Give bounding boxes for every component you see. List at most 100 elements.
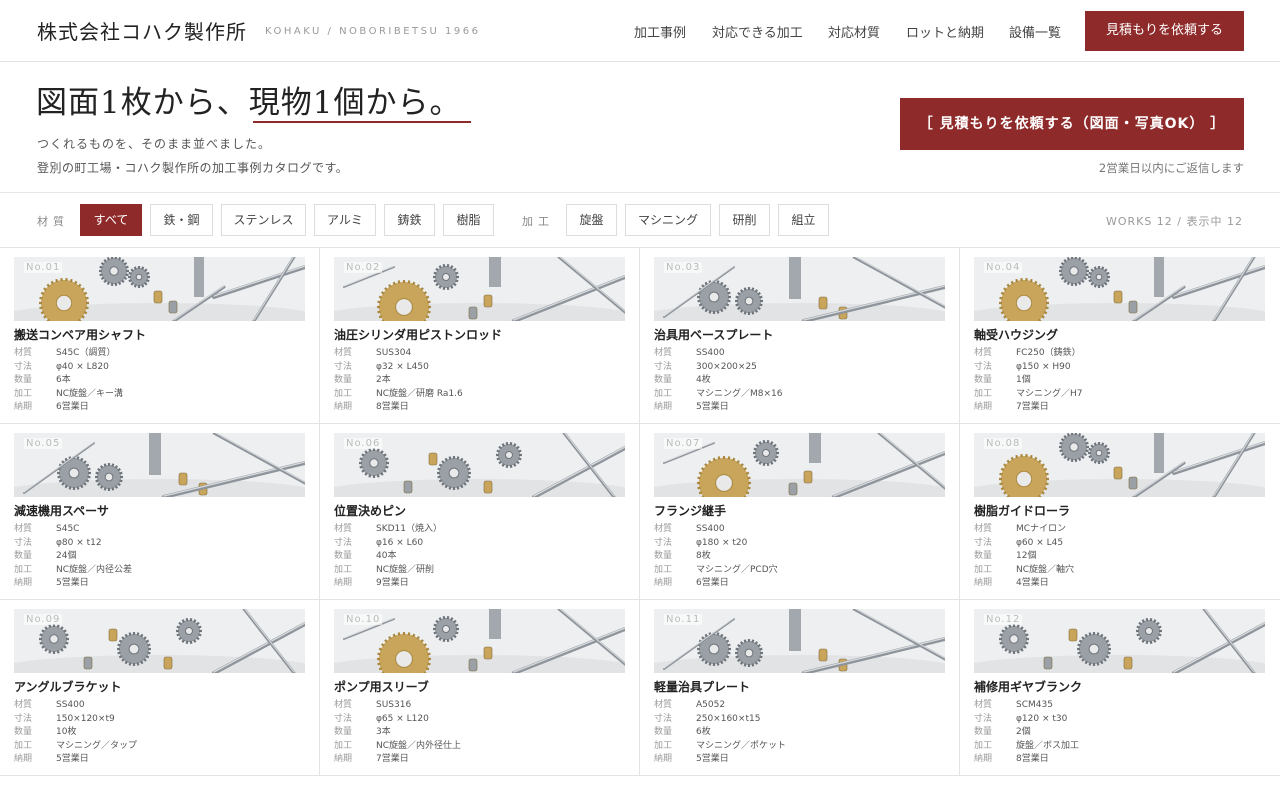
work-photo[interactable]: No.06 — [334, 433, 625, 497]
work-specs: 材質 MCナイロン 寸法 φ60 × L45 数量 12個 加工 NC旋盤／軸穴 納期 4営業日 — [974, 523, 1074, 591]
work-card[interactable]: No.05 減速機用スペーサ 材質 S45C 寸法 φ80 × t12 数量 24個 加工 NC旋… — [0, 424, 320, 600]
work-card[interactable]: No.01 搬送コンベア用シャフト 材質 S45C（調質） 寸法 φ40 × L820 数量… — [0, 248, 320, 424]
work-card[interactable]: No.11 軽量治具プレート材質 A5052 寸法 250×160×t15 数量 6枚 加工 マ… — [640, 600, 960, 776]
spec-key: 加工 — [654, 564, 673, 575]
work-title[interactable]: 減速機用スペーサ — [14, 502, 109, 519]
spec-key: 寸法 — [974, 361, 993, 372]
filter-material-steel[interactable]: 鉄・鋼 — [150, 204, 213, 236]
filter-material-aluminum[interactable]: アルミ — [314, 204, 376, 236]
filter-process-lathe[interactable]: 旋盤 — [566, 204, 617, 236]
spec-key: 数量 — [654, 727, 673, 737]
hero-quote-button[interactable]: ［ 見積もりを依頼する（図面・写真OK） ］ — [900, 98, 1244, 150]
spec-key: 納期 — [334, 402, 353, 412]
work-photo[interactable]: No.12 — [974, 609, 1265, 673]
spec-value: A5052 — [696, 700, 726, 710]
site-logo-subtitle: KOHAKU / NOBORIBETSU 1966 — [265, 26, 481, 37]
work-photo[interactable]: No.05 — [14, 433, 305, 497]
work-title[interactable]: ポンプ用スリーブ — [334, 678, 429, 695]
spec-row-lead: 納期 7営業日 — [974, 401, 1083, 415]
site-logo[interactable]: 株式会社コハク製作所 — [37, 16, 247, 45]
work-photo[interactable]: No.02 — [334, 257, 625, 321]
spec-value: NC旋盤／内外径仕上 — [376, 740, 462, 751]
spec-value: NC旋盤／研磨 Ra1.6 — [376, 388, 463, 399]
spec-row-material: 材質 S45C — [14, 523, 132, 537]
process-filter-label: 加工 — [522, 215, 554, 228]
work-card[interactable]: No.03 治具用ベースプレート 材質 SS400 寸法 300×200×25 数量 4枚 加工… — [640, 248, 960, 424]
spec-key: 数量 — [974, 727, 993, 737]
work-photo[interactable]: No.09 — [14, 609, 305, 673]
spec-row-qty: 数量 3本 — [334, 726, 461, 740]
work-title[interactable]: アングルブラケット — [14, 678, 122, 695]
spec-key: 納期 — [14, 578, 33, 588]
spec-row-size: 寸法 φ150 × H90 — [974, 361, 1083, 375]
filter-material-stainless[interactable]: ステンレス — [221, 204, 306, 236]
spec-key: 納期 — [974, 402, 993, 412]
work-card[interactable]: No.04 軸受ハウジング 材質 FC250（鋳鉄） 寸法 φ150 × H90 数量 1個加… — [960, 248, 1280, 424]
hero-title-part-2: 現物1個から。 — [248, 85, 462, 121]
work-number: No.03 — [664, 262, 703, 273]
filter-process-assembly[interactable]: 組立 — [778, 204, 829, 236]
work-title[interactable]: 治具用ベースプレート — [654, 326, 773, 343]
header-quote-button[interactable]: 見積もりを依頼する — [1085, 11, 1244, 51]
spec-key: 納期 — [14, 402, 33, 412]
works-count: WORKS 12 / 表示中 12 — [1105, 215, 1243, 228]
work-title[interactable]: 軽量治具プレート — [654, 678, 750, 695]
work-specs: 材質 A5052 寸法 250×160×t15 数量 6枚 加工 マシニング／ポケット 納期 5営… — [654, 699, 786, 767]
spec-value: 5営業日 — [56, 754, 89, 764]
reply-note: 2営業日以内にご返信します — [1098, 161, 1244, 175]
nav-link-equipment[interactable]: 設備一覧 — [1009, 22, 1061, 41]
work-photo[interactable]: No.04 — [974, 257, 1265, 321]
spec-row-size: 寸法 300×200×25 — [654, 361, 783, 375]
spec-row-qty: 数量 6枚 — [654, 726, 786, 740]
spec-value: 8営業日 — [376, 402, 409, 412]
spec-value: 4枚 — [696, 375, 711, 385]
work-photo[interactable]: No.10 — [334, 609, 625, 673]
nav-link-processes[interactable]: 対応できる加工 — [712, 22, 803, 41]
work-number: No.06 — [344, 438, 383, 449]
spec-key: 数量 — [654, 375, 673, 385]
spec-key: 寸法 — [974, 537, 993, 548]
spec-row-lead: 納期 5営業日 — [654, 401, 783, 415]
work-photo[interactable]: No.07 — [654, 433, 945, 497]
work-title[interactable]: 位置決めピン — [334, 502, 406, 519]
nav-link-cases[interactable]: 加工事例 — [634, 22, 686, 41]
filter-process-grinding[interactable]: 研削 — [719, 204, 770, 236]
work-title[interactable]: フランジ継手 — [654, 502, 726, 519]
filter-material-resin[interactable]: 樹脂 — [443, 204, 494, 236]
work-card[interactable]: No.02 油圧シリンダ用ピストンロッド 材質 SUS304 寸法 φ32 × L450 数… — [320, 248, 640, 424]
spec-value: NC旋盤／軸穴 — [1016, 564, 1075, 575]
work-title[interactable]: 油圧シリンダ用ピストンロッド — [334, 326, 502, 343]
work-title[interactable]: 軸受ハウジング — [974, 326, 1058, 343]
spec-row-size: 寸法 φ65 × L120 — [334, 713, 461, 727]
work-title[interactable]: 補修用ギヤブランク — [974, 678, 1082, 695]
work-photo[interactable]: No.03 — [654, 257, 945, 321]
work-specs: 材質 SS400 寸法 φ180 × t20 数量 8枚 加工 マシニング／PCD穴 納期 6営業… — [654, 523, 778, 591]
work-number: No.07 — [664, 438, 703, 449]
work-card[interactable]: No.12 補修用ギヤブランク 材質 SCM435 寸法 φ120 × t30 数量 2個 加工… — [960, 600, 1280, 776]
spec-row-qty: 数量 8枚 — [654, 550, 778, 564]
work-card[interactable]: No.10 ポンプ用スリーブ 材質 SUS316 寸法 φ65 × L120 数量 3本 加工 N… — [320, 600, 640, 776]
spec-value: 6営業日 — [56, 402, 89, 412]
work-card[interactable]: No.07 フランジ継手材質 SS400 寸法 φ180 × t20 数量 8枚 加工 マシニン… — [640, 424, 960, 600]
filter-material-all[interactable]: すべて — [80, 204, 142, 236]
spec-row-qty: 数量 24個 — [14, 550, 132, 564]
filter-process-machining[interactable]: マシニング — [625, 204, 711, 236]
work-specs: 材質 FC250（鋳鉄） 寸法 φ150 × H90 数量 1個 加工 マシニング／H7 納期 7… — [974, 347, 1083, 415]
work-card[interactable]: No.08 樹脂ガイドローラ材質 MCナイロン 寸法 φ60 × L45 数量 12個 加工 N… — [960, 424, 1280, 600]
spec-row-lead: 納期 5営業日 — [14, 753, 137, 767]
nav-link-lot-leadtime[interactable]: ロットと納期 — [906, 22, 984, 41]
spec-key: 数量 — [974, 375, 993, 385]
work-title[interactable]: 樹脂ガイドローラ — [974, 502, 1070, 519]
work-card[interactable]: No.09 アングルブラケット 材質 SS400 寸法 150×120×t9 数量 10枚 加工… — [0, 600, 320, 776]
work-title[interactable]: 搬送コンベア用シャフト — [14, 326, 146, 343]
work-number: No.09 — [24, 614, 63, 625]
nav-link-materials[interactable]: 対応材質 — [828, 22, 880, 41]
work-card[interactable]: No.06 位置決めピン 材質 SKD11（焼入） 寸法 φ16 × L60 数量 40本 加工… — [320, 424, 640, 600]
spec-key: 数量 — [14, 551, 33, 561]
spec-value: 1個 — [1016, 375, 1031, 385]
work-photo[interactable]: No.11 — [654, 609, 945, 673]
work-number: No.05 — [24, 438, 63, 449]
work-photo[interactable]: No.08 — [974, 433, 1265, 497]
work-photo[interactable]: No.01 — [14, 257, 305, 321]
filter-material-cast-iron[interactable]: 鋳鉄 — [384, 204, 435, 236]
